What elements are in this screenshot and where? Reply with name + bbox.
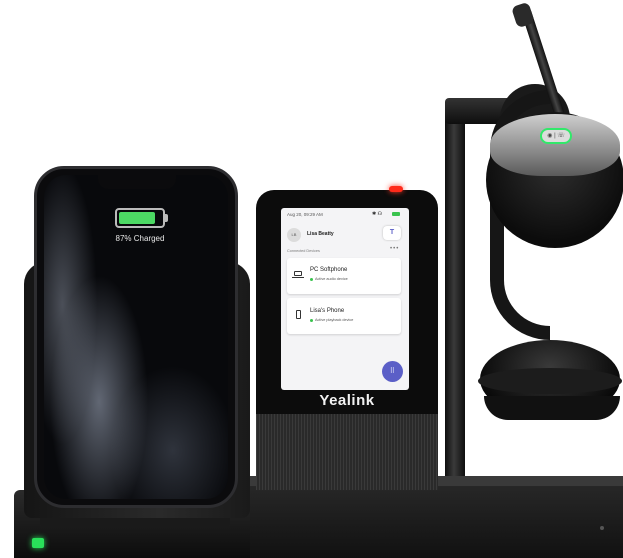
device-status: Active audio device	[315, 277, 348, 281]
brand-logo: Yealink	[319, 392, 375, 409]
ear-cup-plate	[490, 114, 620, 176]
charge-status-text: 87% Charged	[115, 234, 165, 243]
section-title: Connected Devices	[287, 249, 320, 253]
speaker-grille	[256, 414, 438, 490]
status-dot-icon	[310, 319, 313, 322]
status-dot-icon	[310, 278, 313, 281]
base-indicator-light	[600, 526, 604, 530]
device-name: Lisa's Phone	[310, 308, 345, 314]
device-card-pc[interactable]: PC Softphone Active audio device	[287, 258, 401, 294]
dialpad-button[interactable]: ⠿	[382, 361, 403, 382]
laptop-icon	[294, 271, 302, 276]
ear-cushion	[484, 396, 620, 420]
battery-icon	[392, 212, 400, 216]
battery-tip	[165, 214, 168, 222]
device-status: Active playback device	[315, 318, 354, 322]
user-name: Lisa Beatty	[307, 231, 334, 237]
headset-stand-pole	[445, 100, 465, 492]
teams-icon[interactable]: T	[383, 226, 401, 240]
more-options-icon[interactable]: •••	[390, 246, 399, 252]
bluetooth-headset-icons: ✱ ☊	[372, 211, 383, 217]
busy-light-indicator	[389, 186, 403, 192]
device-name: PC Softphone	[310, 267, 348, 273]
phone-notch	[98, 175, 176, 189]
mobile-icon	[296, 310, 301, 319]
device-card-phone[interactable]: Lisa's Phone Active playback device	[287, 298, 401, 334]
headset-call-button[interactable]: ◉ | ☏	[540, 128, 572, 144]
avatar[interactable]: LB	[287, 228, 301, 242]
charging-indicator-light	[32, 538, 44, 548]
laptop-base-icon	[292, 277, 304, 278]
battery-level-fill	[119, 212, 155, 224]
status-time: Aug 20, 09:29 AM	[287, 212, 323, 217]
lower-ear-cup-rim	[478, 368, 622, 394]
